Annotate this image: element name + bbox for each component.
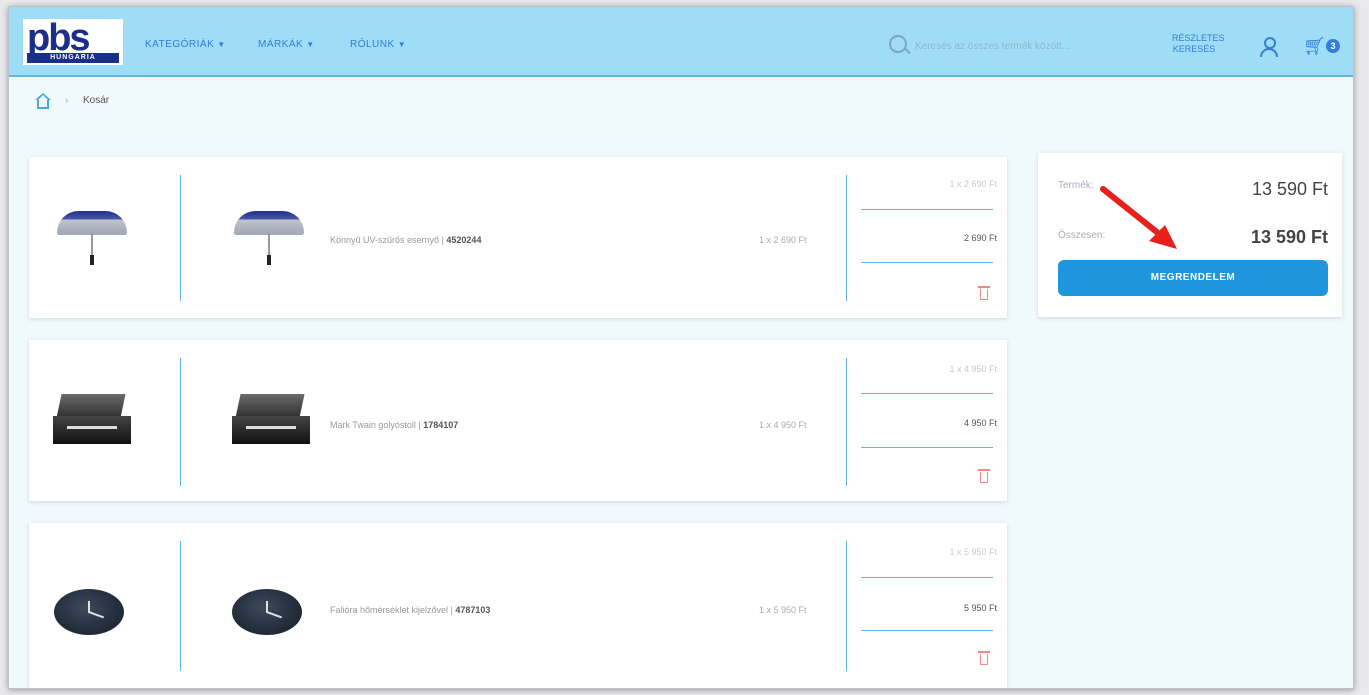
- divider: [861, 447, 993, 448]
- products-label: Termék:: [1058, 180, 1094, 191]
- product-name[interactable]: Mark Twain golyóstoll | 1784107: [330, 420, 458, 430]
- browser-frame: pbs HUNGARIA KATEGÓRIÁK ▼ MÁRKÁK ▼ RÓLUNK ▼…: [8, 6, 1354, 689]
- divider: [846, 175, 847, 301]
- header-bar: pbs HUNGARIA KATEGÓRIÁK ▼ MÁRKÁK ▼ RÓLUNK ▼…: [9, 7, 1353, 77]
- search-icon[interactable]: [889, 35, 907, 53]
- divider: [861, 209, 993, 210]
- home-icon[interactable]: [35, 93, 51, 109]
- product-thumbnail[interactable]: [234, 211, 304, 271]
- product-name[interactable]: Falióra hőmérséklet kijelzővel | 4787103: [330, 605, 490, 615]
- order-summary: Termék: 13 590 Ft Összesen: 13 590 Ft ME…: [1038, 153, 1342, 317]
- cart-item: Könnyű UV-szűrős esernyő | 4520244 1 x 2…: [29, 157, 1007, 318]
- caret-down-icon: ▼: [306, 40, 315, 49]
- cart-item: Falióra hőmérséklet kijelzővel | 4787103…: [29, 523, 1007, 688]
- divider: [861, 630, 993, 631]
- cart-icon[interactable]: 🛒︎: [1303, 36, 1326, 56]
- line-total: 5 950 Ft: [963, 603, 997, 613]
- divider: [861, 577, 993, 578]
- divider: [861, 262, 993, 263]
- unit-price-line: 1 x 5 950 Ft: [949, 547, 997, 557]
- unit-price-line: 1 x 2 690 Ft: [949, 179, 997, 189]
- total-value: 13 590 Ft: [1250, 227, 1328, 247]
- divider: [180, 541, 181, 671]
- unit-price-line: 1 x 4 950 Ft: [949, 364, 997, 374]
- pbs-logo[interactable]: pbs HUNGARIA: [23, 17, 123, 65]
- user-icon[interactable]: [1259, 37, 1278, 57]
- divider: [180, 175, 181, 301]
- product-image[interactable]: [57, 211, 127, 271]
- search-placeholder: Keresés az összes termék között...: [915, 41, 1071, 52]
- quantity-price: 1 x 5 950 Ft: [759, 605, 807, 615]
- products-value: 13 590 Ft: [1251, 179, 1328, 199]
- product-thumbnail[interactable]: [232, 589, 302, 635]
- trash-icon[interactable]: [978, 286, 990, 300]
- product-image[interactable]: [54, 589, 124, 635]
- nav-rolunk[interactable]: RÓLUNK ▼: [350, 39, 406, 50]
- divider: [180, 358, 181, 486]
- quantity-price: 1 x 2 690 Ft: [759, 235, 807, 245]
- nav-label: RÓLUNK: [350, 39, 395, 50]
- nav-markak[interactable]: MÁRKÁK ▼: [258, 39, 315, 50]
- product-image[interactable]: [53, 394, 133, 452]
- quantity-price: 1 x 4 950 Ft: [759, 420, 807, 430]
- divider: [846, 541, 847, 671]
- order-button[interactable]: MEGRENDELEM: [1058, 260, 1328, 296]
- line-total: 2 690 Ft: [963, 233, 997, 243]
- cart-item: Mark Twain golyóstoll | 1784107 1 x 4 95…: [29, 340, 1007, 501]
- nav-kategoriak[interactable]: KATEGÓRIÁK ▼: [145, 39, 226, 50]
- line-total: 4 950 Ft: [963, 418, 997, 428]
- breadcrumb-separator: ›: [65, 95, 69, 106]
- product-name[interactable]: Könnyű UV-szűrős esernyő | 4520244: [330, 235, 481, 245]
- nav-label: KATEGÓRIÁK: [145, 39, 215, 50]
- cart-count-badge: 3: [1326, 39, 1340, 53]
- nav-label: MÁRKÁK: [258, 39, 304, 50]
- divider: [861, 393, 993, 394]
- breadcrumb-current: Kosár: [83, 95, 110, 106]
- search-input[interactable]: Keresés az összes termék között...: [889, 33, 1129, 59]
- caret-down-icon: ▼: [217, 40, 226, 49]
- red-arrow-annotation: [1100, 186, 1177, 249]
- logo-subtitle: HUNGARIA: [27, 53, 119, 63]
- product-thumbnail[interactable]: [232, 394, 312, 452]
- caret-down-icon: ▼: [397, 40, 407, 49]
- trash-icon[interactable]: [978, 469, 990, 483]
- divider: [846, 358, 847, 486]
- advanced-search-link[interactable]: RÉSZLETES KERESÉS: [1172, 33, 1225, 55]
- trash-icon[interactable]: [978, 651, 990, 665]
